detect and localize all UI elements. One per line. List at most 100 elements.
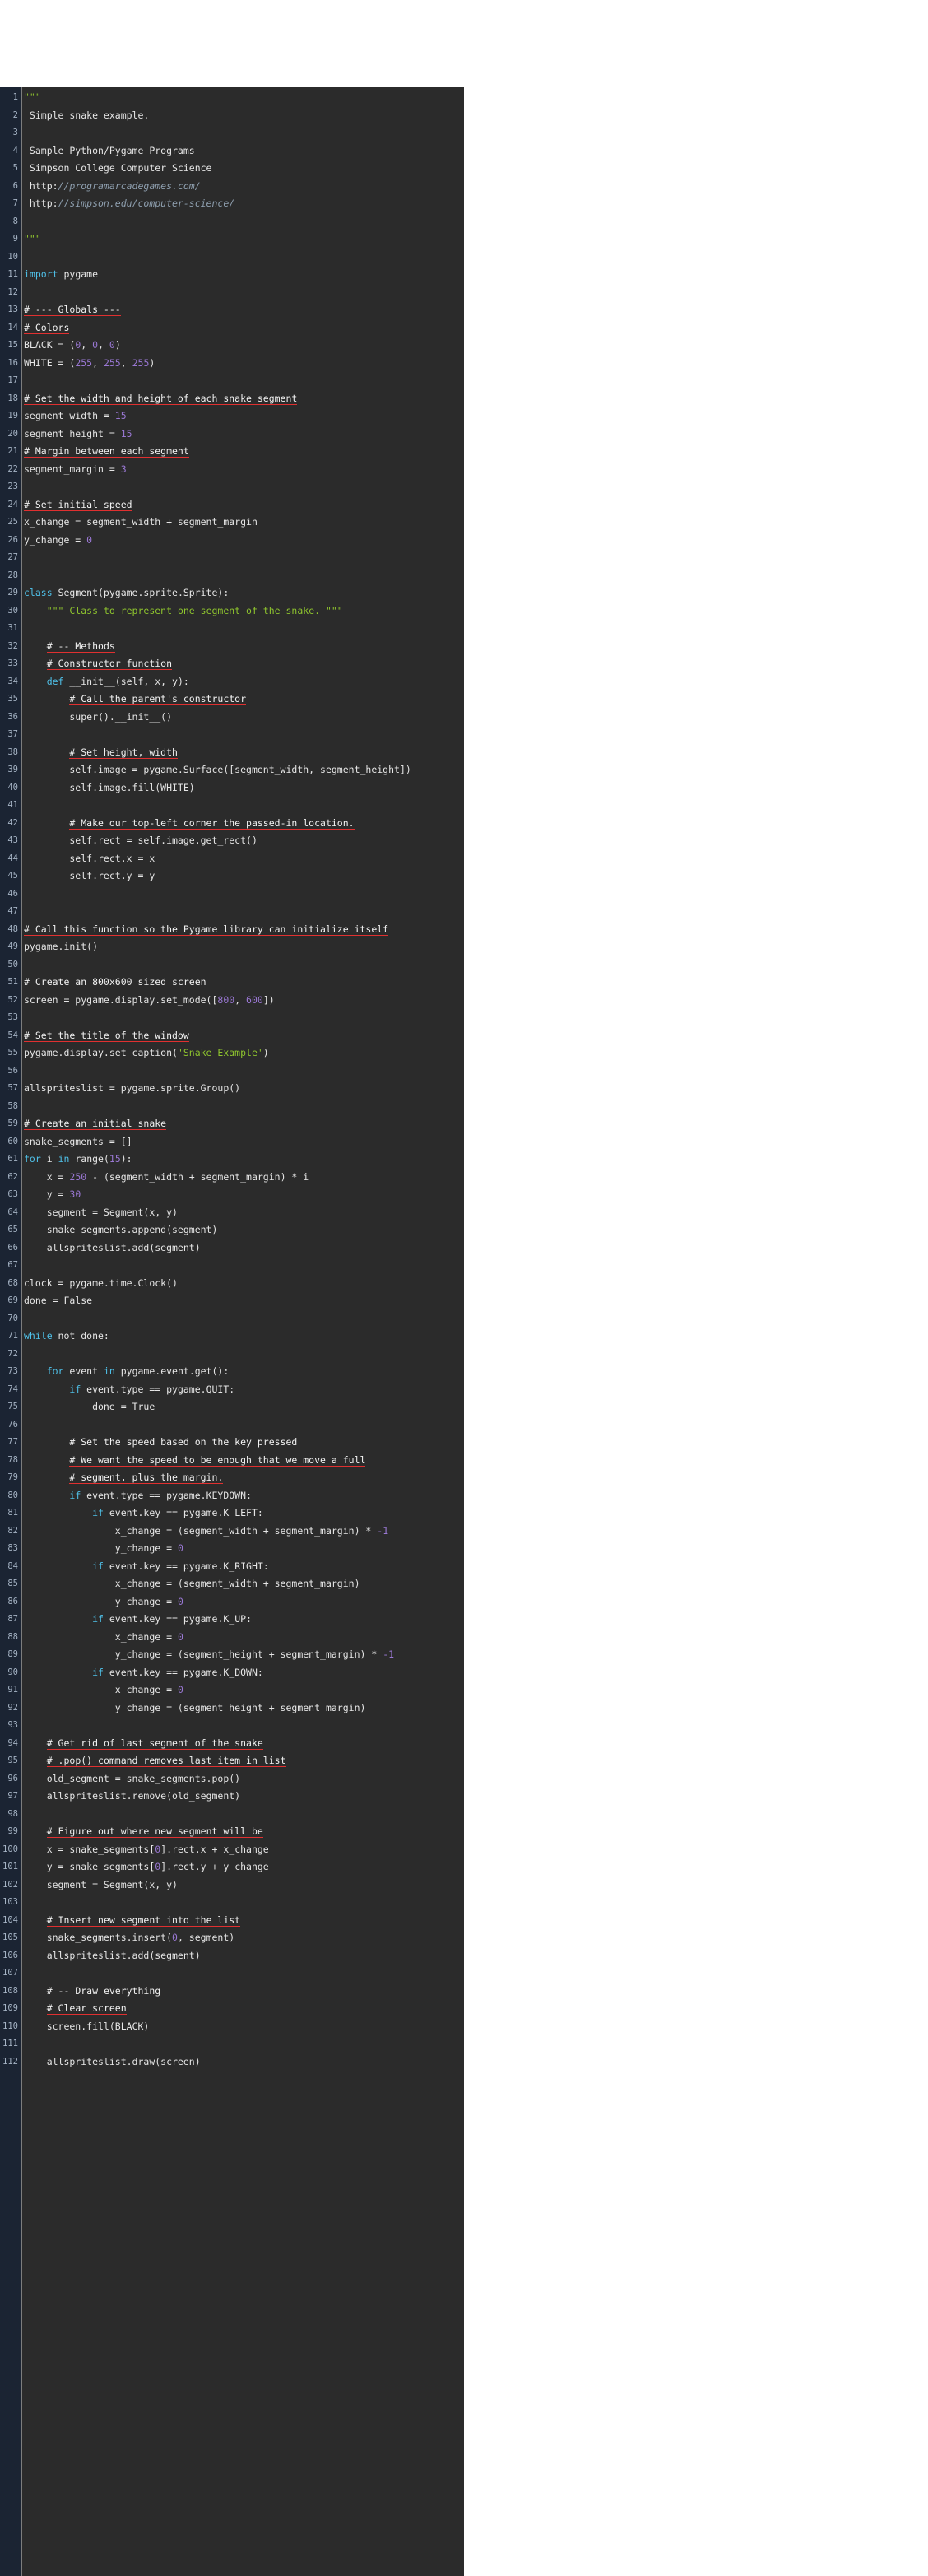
code-line[interactable]: allspriteslist.add(segment): [24, 1947, 464, 1965]
code-line[interactable]: [24, 1346, 464, 1364]
code-line[interactable]: old_segment = snake_segments.pop(): [24, 1770, 464, 1788]
code-line[interactable]: def __init__(self, x, y):: [24, 673, 464, 691]
code-line[interactable]: allspriteslist = pygame.sprite.Group(): [24, 1080, 464, 1098]
code-line[interactable]: # Call the parent's constructor: [24, 690, 464, 709]
code-line[interactable]: # Set the title of the window: [24, 1027, 464, 1045]
code-editor[interactable]: 1 2 3 4 5 6 7 8 9 10 11 12 13 14 15 16 17 18 19 20 21 22 23 24 2…: [0, 87, 464, 2576]
code-line[interactable]: # Set initial speed: [24, 496, 464, 514]
code-line[interactable]: for event in pygame.event.get():: [24, 1363, 464, 1381]
code-line[interactable]: x_change = segment_width + segment_margi…: [24, 514, 464, 532]
code-line[interactable]: if event.key == pygame.K_LEFT:: [24, 1504, 464, 1523]
code-line[interactable]: [24, 124, 464, 142]
code-line[interactable]: x_change = (segment_width + segment_marg…: [24, 1575, 464, 1593]
code-line[interactable]: [24, 726, 464, 744]
code-line[interactable]: pygame.init(): [24, 938, 464, 956]
code-line[interactable]: allspriteslist.remove(old_segment): [24, 1788, 464, 1806]
code-line[interactable]: y_change = 0: [24, 1540, 464, 1558]
code-line[interactable]: [24, 478, 464, 496]
code-line[interactable]: segment = Segment(x, y): [24, 1204, 464, 1222]
code-line[interactable]: [24, 903, 464, 921]
code-line[interactable]: screen.fill(BLACK): [24, 2018, 464, 2036]
code-line[interactable]: segment_width = 15: [24, 407, 464, 425]
code-line[interactable]: # Margin between each segment: [24, 443, 464, 461]
code-line[interactable]: # Create an 800x600 sized screen: [24, 974, 464, 992]
code-line[interactable]: [24, 2035, 464, 2053]
code-line[interactable]: if event.key == pygame.K_RIGHT:: [24, 1558, 464, 1576]
code-line[interactable]: super().__init__(): [24, 709, 464, 727]
code-line[interactable]: [24, 1416, 464, 1434]
code-line[interactable]: [24, 1062, 464, 1081]
code-line[interactable]: class Segment(pygame.sprite.Sprite):: [24, 584, 464, 602]
code-line[interactable]: """: [24, 89, 464, 107]
code-line[interactable]: allspriteslist.draw(screen): [24, 2053, 464, 2071]
code-line[interactable]: y_change = 0: [24, 532, 464, 550]
code-line[interactable]: x = 250 - (segment_width + segment_margi…: [24, 1169, 464, 1187]
code-line[interactable]: self.rect = self.image.get_rect(): [24, 832, 464, 850]
code-line[interactable]: # Constructor function: [24, 655, 464, 673]
code-line[interactable]: if event.type == pygame.KEYDOWN:: [24, 1487, 464, 1505]
code-line[interactable]: x_change = (segment_width + segment_marg…: [24, 1523, 464, 1541]
code-line[interactable]: # Set the speed based on the key pressed: [24, 1434, 464, 1452]
code-line[interactable]: if event.key == pygame.K_DOWN:: [24, 1664, 464, 1682]
code-line[interactable]: snake_segments.insert(0, segment): [24, 1929, 464, 1947]
code-line[interactable]: # Make our top-left corner the passed-in…: [24, 815, 464, 833]
code-line[interactable]: [24, 956, 464, 974]
code-line[interactable]: # Call this function so the Pygame libra…: [24, 921, 464, 939]
code-line[interactable]: [24, 567, 464, 585]
code-line[interactable]: [24, 1965, 464, 1983]
code-line[interactable]: # -- Methods: [24, 638, 464, 656]
code-line[interactable]: done = True: [24, 1398, 464, 1416]
code-line[interactable]: snake_segments.append(segment): [24, 1221, 464, 1239]
code-line[interactable]: self.rect.y = y: [24, 867, 464, 886]
code-line[interactable]: [24, 1098, 464, 1116]
code-line[interactable]: [24, 1310, 464, 1328]
code-line[interactable]: WHITE = (255, 255, 255): [24, 355, 464, 373]
code-line[interactable]: if event.type == pygame.QUIT:: [24, 1381, 464, 1399]
code-line[interactable]: y_change = (segment_height + segment_mar…: [24, 1700, 464, 1718]
code-line[interactable]: y = 30: [24, 1186, 464, 1204]
code-line[interactable]: # Get rid of last segment of the snake: [24, 1735, 464, 1753]
code-line[interactable]: [24, 1894, 464, 1912]
code-line[interactable]: # Figure out where new segment will be: [24, 1823, 464, 1841]
code-line[interactable]: [24, 620, 464, 638]
code-line[interactable]: # Colors: [24, 319, 464, 337]
code-line[interactable]: y_change = (segment_height + segment_mar…: [24, 1646, 464, 1664]
code-line[interactable]: self.image = pygame.Surface([segment_wid…: [24, 761, 464, 779]
code-line[interactable]: [24, 1717, 464, 1735]
code-line[interactable]: # Set the width and height of each snake…: [24, 390, 464, 408]
code-line[interactable]: x_change = 0: [24, 1629, 464, 1647]
code-line[interactable]: # -- Draw everything: [24, 1983, 464, 2001]
code-line[interactable]: segment = Segment(x, y): [24, 1876, 464, 1895]
code-line[interactable]: # .pop() command removes last item in li…: [24, 1752, 464, 1770]
code-line[interactable]: y_change = 0: [24, 1593, 464, 1611]
code-line[interactable]: for i in range(15):: [24, 1151, 464, 1169]
code-line[interactable]: # Create an initial snake: [24, 1115, 464, 1133]
code-line[interactable]: self.rect.x = x: [24, 850, 464, 868]
code-line[interactable]: x = snake_segments[0].rect.x + x_change: [24, 1841, 464, 1859]
code-line[interactable]: Sample Python/Pygame Programs: [24, 142, 464, 160]
code-line[interactable]: # We want the speed to be enough that we…: [24, 1452, 464, 1470]
code-line[interactable]: [24, 249, 464, 267]
code-line[interactable]: [24, 1806, 464, 1824]
code-line[interactable]: http://programarcadegames.com/: [24, 178, 464, 196]
code-line[interactable]: # Clear screen: [24, 2000, 464, 2018]
code-line[interactable]: [24, 284, 464, 302]
code-line[interactable]: if event.key == pygame.K_UP:: [24, 1611, 464, 1629]
code-line[interactable]: BLACK = (0, 0, 0): [24, 337, 464, 355]
code-line[interactable]: # segment, plus the margin.: [24, 1469, 464, 1487]
code-line[interactable]: [24, 213, 464, 231]
code-line[interactable]: snake_segments = []: [24, 1133, 464, 1151]
code-line[interactable]: while not done:: [24, 1328, 464, 1346]
code-line[interactable]: [24, 372, 464, 390]
code-line[interactable]: # Insert new segment into the list: [24, 1912, 464, 1930]
code-line[interactable]: http://simpson.edu/computer-science/: [24, 195, 464, 213]
code-line[interactable]: Simpson College Computer Science: [24, 160, 464, 178]
code-line[interactable]: y = snake_segments[0].rect.y + y_change: [24, 1858, 464, 1876]
code-line[interactable]: segment_height = 15: [24, 425, 464, 444]
code-line[interactable]: # --- Globals ---: [24, 301, 464, 319]
code-line[interactable]: import pygame: [24, 266, 464, 284]
code-content-area[interactable]: """ Simple snake example. Sample Python/…: [22, 87, 464, 2576]
code-line[interactable]: clock = pygame.time.Clock(): [24, 1275, 464, 1293]
code-line[interactable]: done = False: [24, 1292, 464, 1310]
code-line[interactable]: [24, 797, 464, 815]
